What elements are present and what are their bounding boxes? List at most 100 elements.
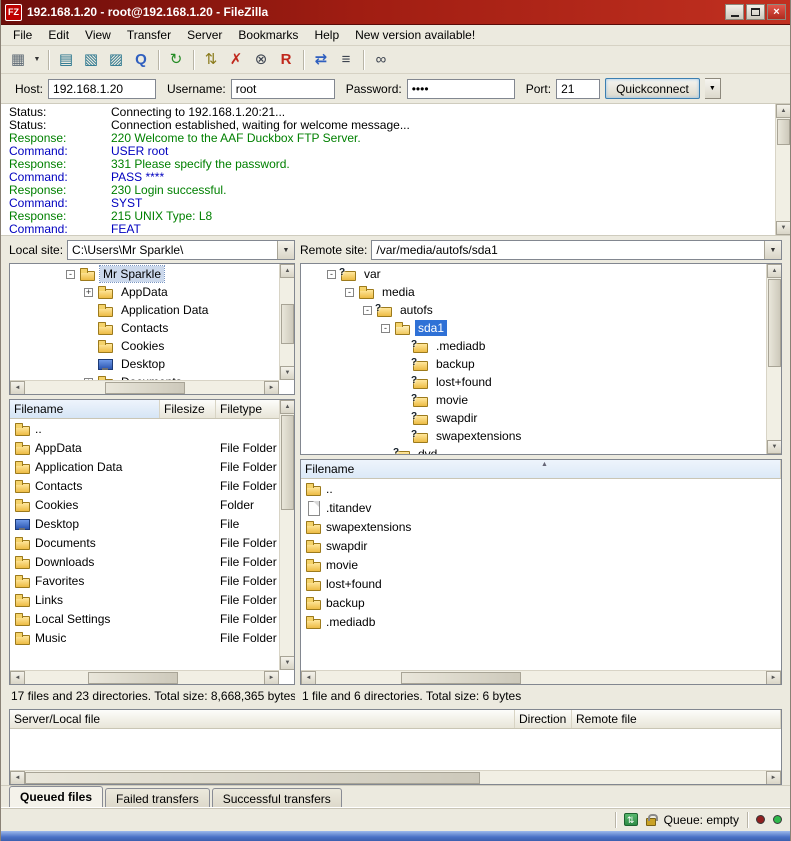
disconnect-button[interactable]: ⊗ [249, 48, 273, 71]
scroll-left-icon[interactable]: ◄ [10, 771, 25, 785]
file-name-cell[interactable]: Favorites [10, 573, 160, 589]
scrollbar-thumb[interactable] [281, 304, 294, 344]
menu-item[interactable]: View [77, 26, 119, 44]
file-row[interactable]: swapdir [301, 536, 781, 555]
username-input[interactable] [231, 79, 335, 99]
tree-item[interactable]: Cookies [66, 337, 278, 355]
tree-item-label[interactable]: media [379, 284, 418, 300]
close-button[interactable]: × [767, 4, 786, 20]
file-name-cell[interactable]: Contacts [10, 478, 160, 494]
file-row[interactable]: Contacts File Folder [10, 476, 278, 495]
local-tree-vertical-scrollbar[interactable]: ▲ ▼ [279, 264, 294, 380]
scroll-up-icon[interactable]: ▲ [280, 400, 295, 414]
tree-item[interactable]: .mediadb [327, 337, 765, 355]
file-name-cell[interactable]: Downloads [10, 554, 160, 570]
encryption-lock-icon[interactable] [646, 818, 656, 826]
menu-item[interactable]: New version available! [347, 26, 483, 44]
queue-tab[interactable]: Failed transfers [105, 788, 210, 807]
tree-item-label[interactable]: Application Data [118, 302, 211, 318]
cancel-button[interactable]: ✗ [224, 48, 248, 71]
tree-item-label[interactable]: var [361, 266, 384, 282]
toggle-local-tree-button[interactable]: ▧ [79, 48, 103, 71]
file-row[interactable]: AppData File Folder [10, 438, 278, 457]
tree-item[interactable]: movie [327, 391, 765, 409]
local-list-vertical-scrollbar[interactable]: ▲ ▼ [279, 400, 294, 670]
scroll-down-icon[interactable]: ▼ [280, 366, 295, 380]
tree-item-label[interactable]: autofs [397, 302, 436, 318]
tree-item-label[interactable]: Mr Sparkle [100, 266, 164, 282]
file-row[interactable]: lost+found [301, 574, 781, 593]
scroll-right-icon[interactable]: ► [264, 381, 279, 395]
menu-item[interactable]: Bookmarks [230, 26, 306, 44]
file-name-cell[interactable]: Desktop [10, 516, 160, 532]
toggle-queue-button[interactable]: Q [129, 48, 153, 71]
port-input[interactable] [556, 79, 600, 99]
file-row[interactable]: movie [301, 555, 781, 574]
directory-comparison-button[interactable]: ⇄ [309, 48, 333, 71]
tree-expander[interactable]: + [84, 288, 93, 297]
file-name-cell[interactable]: swapextensions [301, 519, 781, 535]
file-name-cell[interactable]: .. [301, 481, 781, 497]
site-manager-button[interactable]: ▦ [6, 48, 30, 71]
quickconnect-button[interactable]: Quickconnect [605, 78, 700, 99]
speed-limits-icon[interactable]: ⇅ [624, 813, 638, 826]
scroll-left-icon[interactable]: ◄ [10, 671, 25, 685]
scroll-right-icon[interactable]: ► [264, 671, 279, 685]
scroll-down-icon[interactable]: ▼ [767, 440, 782, 454]
queue-tab[interactable]: Queued files [9, 786, 103, 807]
combo-dropdown-icon[interactable]: ▼ [764, 241, 781, 259]
tree-item-label[interactable]: swapextensions [433, 428, 524, 444]
file-row[interactable]: .. [301, 479, 781, 498]
file-name-cell[interactable]: .. [10, 421, 160, 437]
scroll-up-icon[interactable]: ▲ [280, 264, 295, 278]
tree-item-label[interactable]: sda1 [415, 320, 447, 336]
scrollbar-thumb[interactable] [25, 772, 480, 784]
column-header-direction[interactable]: Direction [515, 710, 572, 728]
file-row[interactable]: backup [301, 593, 781, 612]
scroll-up-icon[interactable]: ▲ [767, 264, 782, 278]
tree-item-label[interactable]: Cookies [118, 338, 167, 354]
column-header-remote-file[interactable]: Remote file [572, 710, 781, 728]
scrollbar-thumb[interactable] [281, 415, 294, 510]
tree-item[interactable]: - autofs [327, 301, 765, 319]
tree-item[interactable]: backup [327, 355, 765, 373]
menu-item[interactable]: Server [179, 26, 230, 44]
scroll-down-icon[interactable]: ▼ [776, 221, 790, 235]
tree-item[interactable]: - Mr Sparkle [66, 265, 278, 283]
maximize-button[interactable] [746, 4, 765, 20]
scroll-left-icon[interactable]: ◄ [10, 381, 25, 395]
tree-item[interactable]: Contacts [66, 319, 278, 337]
tree-expander[interactable]: - [66, 270, 75, 279]
file-name-cell[interactable]: Documents [10, 535, 160, 551]
file-row[interactable]: .. [10, 419, 278, 438]
process-queue-button[interactable]: ⇅ [199, 48, 223, 71]
file-row[interactable]: Desktop File [10, 514, 278, 533]
file-row[interactable]: swapextensions [301, 517, 781, 536]
tree-item[interactable]: lost+found [327, 373, 765, 391]
file-name-cell[interactable]: Music [10, 630, 160, 646]
scroll-right-icon[interactable]: ► [766, 671, 781, 685]
tree-expander[interactable]: - [363, 306, 372, 315]
tree-item-label[interactable]: AppData [118, 284, 171, 300]
toggle-remote-tree-button[interactable]: ▨ [104, 48, 128, 71]
tree-item-label[interactable]: .mediadb [433, 338, 488, 354]
tree-item[interactable]: Desktop [66, 355, 278, 373]
file-row[interactable]: Links File Folder [10, 590, 278, 609]
quickconnect-dropdown[interactable]: ▼ [705, 78, 721, 99]
menu-item[interactable]: Help [306, 26, 347, 44]
file-name-cell[interactable]: AppData [10, 440, 160, 456]
scrollbar-thumb[interactable] [768, 279, 781, 367]
file-name-cell[interactable]: Links [10, 592, 160, 608]
tree-item[interactable]: swapdir [327, 409, 765, 427]
file-row[interactable]: .titandev [301, 498, 781, 517]
file-row[interactable]: Cookies Folder [10, 495, 278, 514]
scroll-right-icon[interactable]: ► [766, 771, 781, 785]
reconnect-button[interactable]: R [274, 48, 298, 71]
tree-item-label[interactable]: Contacts [118, 320, 171, 336]
file-row[interactable]: .mediadb [301, 612, 781, 631]
tree-item[interactable]: - var [327, 265, 765, 283]
file-name-cell[interactable]: backup [301, 595, 781, 611]
host-input[interactable] [48, 79, 156, 99]
tree-item[interactable]: Application Data [66, 301, 278, 319]
file-name-cell[interactable]: movie [301, 557, 781, 573]
